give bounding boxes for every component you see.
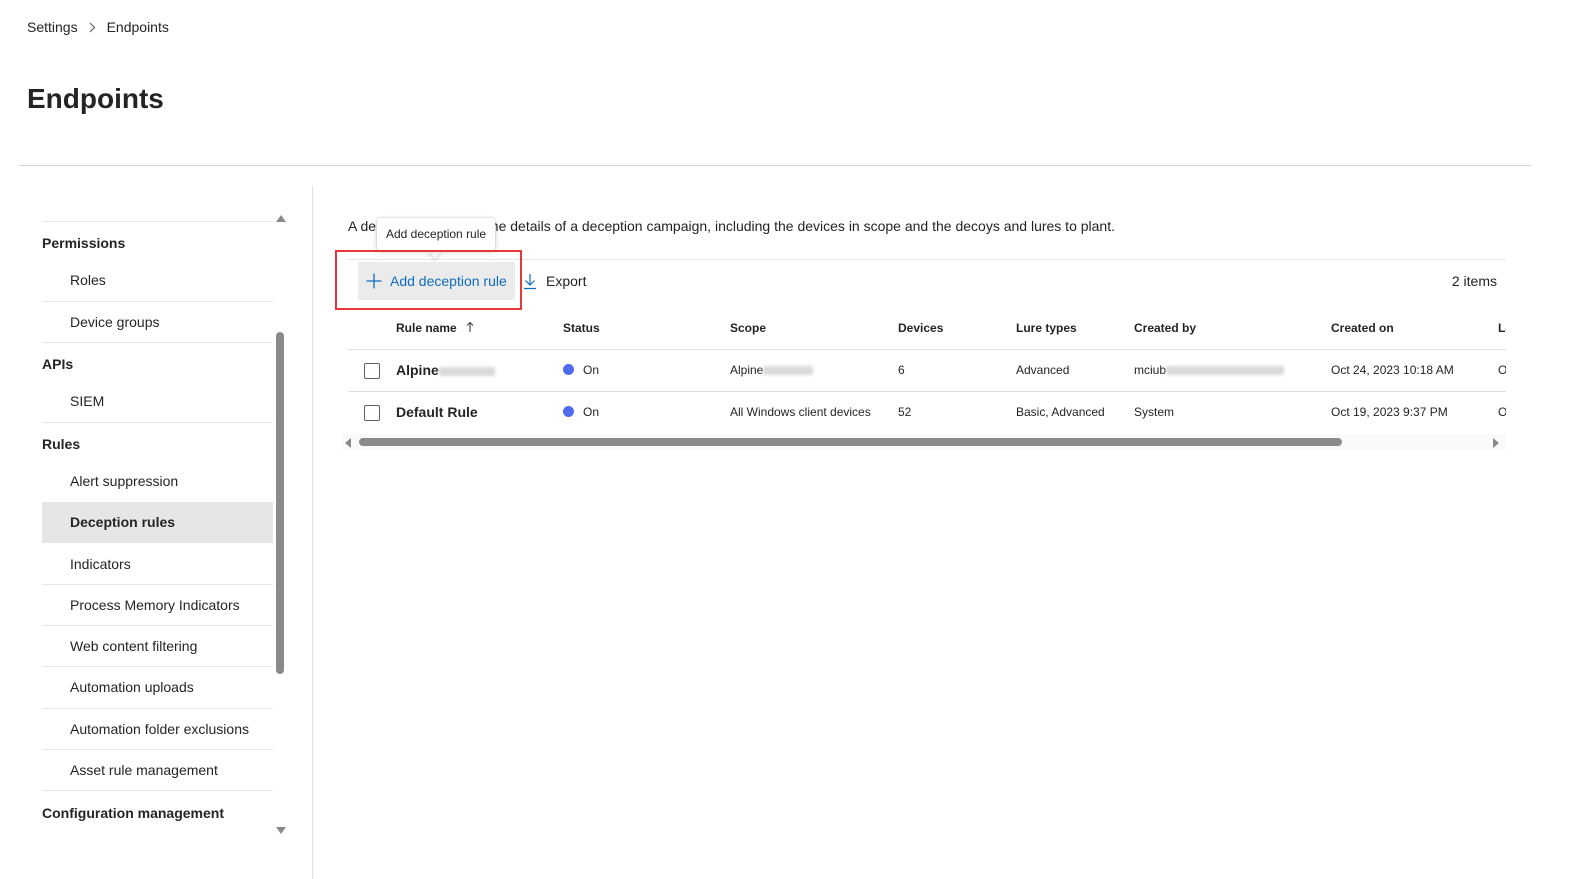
breadcrumb-endpoints[interactable]: Endpoints <box>107 19 169 35</box>
sidebar-item-indicators[interactable]: Indicators <box>42 544 273 584</box>
created-on-cell: Oct 24, 2023 10:18 AM <box>1331 363 1454 377</box>
breadcrumb: Settings Endpoints <box>27 19 169 35</box>
column-header-created-by[interactable]: Created by <box>1134 321 1196 335</box>
sidebar-divider <box>312 186 313 879</box>
command-bar-divider <box>348 259 1506 260</box>
nav-divider <box>42 342 273 343</box>
add-rule-tooltip: Add deception rule <box>377 218 496 250</box>
redacted-text <box>1166 366 1285 376</box>
add-deception-rule-label: Add deception rule <box>390 273 507 289</box>
sidebar-item-asset-rule-management[interactable]: Asset rule management <box>42 750 273 790</box>
horizontal-scrollbar-thumb[interactable] <box>359 438 1342 446</box>
scroll-down-arrow-icon[interactable] <box>276 827 286 834</box>
page-title: Endpoints <box>27 83 164 114</box>
column-header-status[interactable]: Status <box>563 321 600 335</box>
nav-divider <box>42 790 273 791</box>
status-on-dot-icon <box>563 406 574 417</box>
nav-divider <box>42 221 273 222</box>
arrow-up-icon <box>466 321 474 336</box>
export-label: Export <box>546 273 587 289</box>
column-header-rule-name-label: Rule name <box>396 321 457 335</box>
export-button[interactable]: Export <box>522 262 586 300</box>
sidebar-item-process-memory-indicators[interactable]: Process Memory Indicators <box>42 585 273 625</box>
redacted-text <box>438 366 495 376</box>
chevron-right-icon <box>89 22 96 33</box>
column-header-truncated[interactable]: La <box>1498 321 1506 335</box>
sidebar-item-siem[interactable]: SIEM <box>42 381 273 421</box>
rule-name-cell[interactable]: Alpine <box>396 362 495 378</box>
column-header-created-on[interactable]: Created on <box>1331 321 1394 335</box>
row-divider <box>348 391 1506 392</box>
status-cell: On <box>563 405 599 419</box>
sidebar-item-deception-rules[interactable]: Deception rules <box>42 502 273 543</box>
status-on-dot-icon <box>563 364 574 375</box>
description-suffix: s the details of a deception campaign, i… <box>476 218 1115 234</box>
status-label: On <box>583 405 600 419</box>
scope-label: Alpine <box>730 363 764 377</box>
lure-types-cell: Advanced <box>1016 363 1070 377</box>
scroll-right-arrow-icon[interactable] <box>1493 438 1499 448</box>
scope-cell: All Windows client devices <box>730 405 871 419</box>
sidebar-item-web-content-filtering[interactable]: Web content filtering <box>42 626 273 666</box>
created-by-cell: mciub <box>1134 363 1285 377</box>
status-label: On <box>583 363 600 377</box>
devices-cell: 6 <box>898 363 905 377</box>
rule-name-cell[interactable]: Default Rule <box>396 404 478 420</box>
nav-header-rules: Rules <box>42 436 81 452</box>
column-header-lure-types[interactable]: Lure types <box>1016 321 1077 335</box>
sidebar-item-automation-uploads[interactable]: Automation uploads <box>42 667 273 707</box>
scroll-up-arrow-icon[interactable] <box>276 215 286 222</box>
column-header-devices[interactable]: Devices <box>898 321 943 335</box>
nav-header-permissions: Permissions <box>42 235 126 251</box>
sidebar-item-alert-suppression[interactable]: Alert suppression <box>42 461 273 501</box>
status-cell: On <box>563 363 599 377</box>
rule-name: Alpine <box>396 362 439 378</box>
truncated-cell: O <box>1498 405 1506 419</box>
created-on-cell: Oct 19, 2023 9:37 PM <box>1331 405 1448 419</box>
sidebar-item-device-groups[interactable]: Device groups <box>42 302 273 342</box>
nav-divider <box>42 422 273 423</box>
add-deception-rule-button[interactable]: Add deception rule <box>358 262 515 300</box>
breadcrumb-settings[interactable]: Settings <box>27 19 78 35</box>
plus-icon <box>365 272 383 290</box>
scope-cell: Alpine <box>730 363 814 377</box>
item-count: 2 items <box>1451 273 1497 289</box>
truncated-cell: O <box>1498 363 1506 377</box>
scroll-left-arrow-icon[interactable] <box>345 438 351 448</box>
row-checkbox[interactable] <box>364 405 380 421</box>
sidebar-item-roles[interactable]: Roles <box>42 260 273 300</box>
devices-cell: 52 <box>898 405 912 419</box>
description-prefix: A de <box>348 218 377 234</box>
redacted-text <box>763 366 814 376</box>
sidebar-scrollbar[interactable] <box>276 332 284 674</box>
table-header-divider <box>348 349 1506 350</box>
row-checkbox[interactable] <box>364 363 380 379</box>
created-by-label: mciub <box>1134 363 1167 377</box>
nav-header-apis: APIs <box>42 356 74 372</box>
sidebar-item-automation-folder-exclusions[interactable]: Automation folder exclusions <box>42 709 273 749</box>
nav-header-configuration-management: Configuration management <box>42 805 225 821</box>
column-header-scope[interactable]: Scope <box>730 321 766 335</box>
header-divider <box>19 165 1531 166</box>
created-by-cell: System <box>1134 405 1175 419</box>
lure-types-cell: Basic, Advanced <box>1016 405 1105 419</box>
column-header-rule-name[interactable]: Rule name <box>396 321 474 336</box>
download-icon <box>522 272 538 290</box>
